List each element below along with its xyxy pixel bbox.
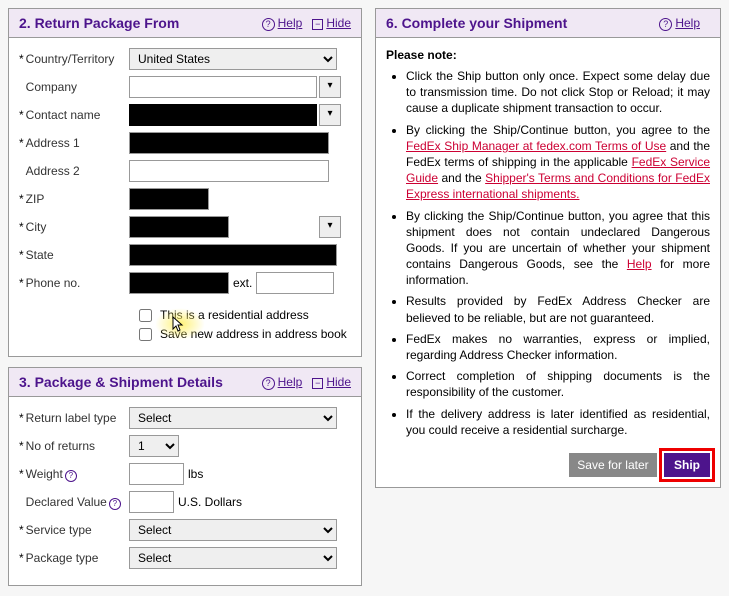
info-icon[interactable]: ? [109, 498, 121, 510]
contact-label: *Contact name [19, 108, 129, 122]
note-item: By clicking the Ship/Continue button, yo… [406, 208, 710, 289]
return-label-select[interactable]: Select [129, 407, 337, 429]
service-label: *Service type [19, 523, 129, 537]
section6-header: 6. Complete your Shipment ?Help [376, 9, 720, 38]
declared-label: *Declared Value? [19, 495, 129, 510]
dangerous-goods-help-link[interactable]: Help [627, 257, 652, 271]
section2-title: 2. Return Package From [19, 15, 262, 31]
note-item: If the delivery address is later identif… [406, 406, 710, 438]
weight-label: *Weight? [19, 467, 129, 482]
section3-header: 3. Package & Shipment Details ?Help −Hid… [9, 368, 361, 397]
service-select[interactable]: Select [129, 519, 337, 541]
addr1-label: *Address 1 [19, 136, 129, 150]
declared-input[interactable] [129, 491, 174, 513]
weight-unit: lbs [188, 467, 203, 481]
ship-button[interactable]: Ship [664, 453, 710, 477]
note-item: By clicking the Ship/Continue button, yo… [406, 122, 710, 203]
help-group[interactable]: ?Help [262, 16, 303, 31]
ext-input[interactable] [256, 272, 334, 294]
section6-title: 6. Complete your Shipment [386, 15, 659, 31]
city-label: *City [19, 220, 129, 234]
city-input[interactable] [129, 216, 229, 238]
country-select[interactable]: United States [129, 48, 337, 70]
package-select[interactable]: Select [129, 547, 337, 569]
note-item: Click the Ship button only once. Expect … [406, 68, 710, 117]
help-group-3[interactable]: ?Help [262, 375, 303, 390]
notes-list: Click the Ship button only once. Expect … [386, 68, 710, 438]
help-icon: ? [262, 18, 275, 31]
help-icon: ? [262, 377, 275, 390]
hide-group-3[interactable]: −Hide [312, 375, 351, 389]
weight-input[interactable] [129, 463, 184, 485]
collapse-icon: − [312, 19, 323, 30]
info-icon[interactable]: ? [65, 470, 77, 482]
phone-input[interactable] [129, 272, 229, 294]
note-item: FedEx makes no warranties, express or im… [406, 331, 710, 363]
state-label: *State [19, 248, 129, 262]
currency-label: U.S. Dollars [178, 495, 242, 509]
section3-title: 3. Package & Shipment Details [19, 374, 262, 390]
no-returns-label: *No of returns [19, 439, 129, 453]
hide-group[interactable]: −Hide [312, 16, 351, 30]
collapse-icon: − [312, 378, 323, 389]
residential-label: This is a residential address [160, 308, 309, 322]
phone-label: *Phone no. [19, 276, 129, 290]
please-note-label: Please note: [386, 48, 457, 62]
addr2-label: *Address 2 [19, 164, 129, 178]
company-dropdown-button[interactable]: ▾ [319, 76, 341, 98]
state-select[interactable] [129, 244, 337, 266]
section-complete-shipment: 6. Complete your Shipment ?Help Please n… [375, 8, 721, 488]
save-for-later-button[interactable]: Save for later [569, 453, 656, 477]
residential-checkbox[interactable] [139, 309, 152, 322]
note-item: Results provided by FedEx Address Checke… [406, 293, 710, 325]
terms-link[interactable]: FedEx Ship Manager at fedex.com Terms of… [406, 139, 666, 153]
contact-input[interactable] [129, 104, 317, 126]
section-return-from: 2. Return Package From ?Help −Hide *Coun… [8, 8, 362, 357]
save-address-label: Save new address in address book [160, 327, 347, 341]
zip-input[interactable] [129, 188, 209, 210]
ext-label: ext. [233, 276, 252, 290]
note-item: Correct completion of shipping documents… [406, 368, 710, 400]
save-address-checkbox[interactable] [139, 328, 152, 341]
addr1-input[interactable] [129, 132, 329, 154]
contact-dropdown-button[interactable]: ▾ [319, 104, 341, 126]
section-package-details: 3. Package & Shipment Details ?Help −Hid… [8, 367, 362, 586]
country-label: *Country/Territory [19, 52, 129, 66]
package-label: *Package type [19, 551, 129, 565]
addr2-input[interactable] [129, 160, 329, 182]
city-dropdown-button[interactable]: ▾ [319, 216, 341, 238]
no-returns-select[interactable]: 1 [129, 435, 179, 457]
company-input[interactable] [129, 76, 317, 98]
help-group-6[interactable]: ?Help [659, 16, 700, 31]
zip-label: *ZIP [19, 192, 129, 206]
help-icon: ? [659, 18, 672, 31]
company-label: *Company [19, 80, 129, 94]
section2-header: 2. Return Package From ?Help −Hide [9, 9, 361, 38]
return-label-label: *Return label type [19, 411, 129, 425]
